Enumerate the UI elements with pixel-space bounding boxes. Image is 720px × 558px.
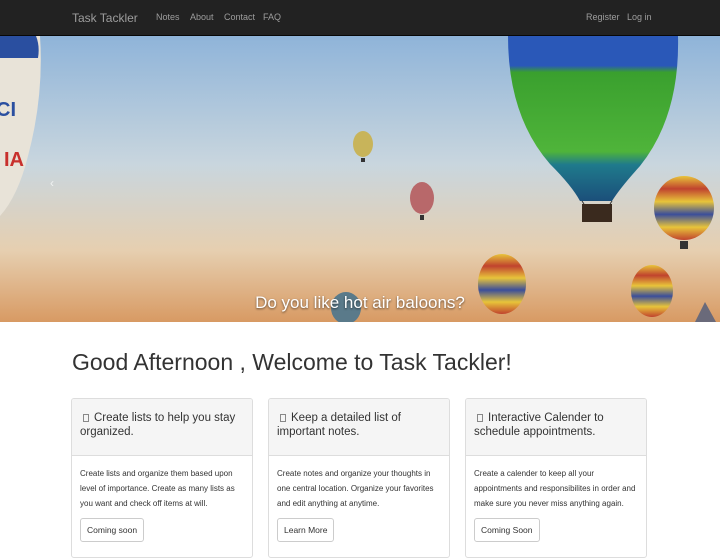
carousel-caption: Do you like hot air baloons? (255, 293, 465, 312)
panel-heading: Interactive Calender to schedule appoint… (466, 399, 646, 456)
panel-title: Interactive Calender to schedule appoint… (474, 412, 604, 438)
panel-description: Create lists and organize them based upo… (80, 469, 235, 508)
panel-description: Create a calender to keep all your appoi… (474, 469, 636, 508)
navbar: Task Tackler Notes About Contact FAQ Reg… (0, 0, 720, 36)
panel-title: Create lists to help you stay organized. (80, 412, 236, 438)
svg-text:CI: CI (0, 99, 16, 121)
calendar-icon (477, 414, 483, 422)
panel-title: Keep a detailed list of important notes. (277, 412, 401, 438)
nav-link-faq[interactable]: FAQ (263, 12, 281, 22)
nav-link-about[interactable]: About (190, 12, 214, 22)
panel-body: Create notes and organize your thoughts … (269, 456, 449, 542)
list-icon (83, 414, 89, 422)
feature-panel-notes: Keep a detailed list of important notes.… (268, 398, 450, 558)
welcome-heading: Good Afternoon , Welcome to Task Tackler… (72, 349, 512, 375)
nav-link-register[interactable]: Register (586, 12, 620, 22)
chevron-left-icon[interactable]: ‹ (50, 176, 54, 190)
svg-text:IA: IA (4, 149, 24, 171)
note-icon (280, 414, 286, 422)
brand-link[interactable]: Task Tackler (72, 11, 138, 25)
coming-soon-button[interactable]: Coming Soon (474, 518, 540, 542)
hero-carousel: CI IA ‹ Do you like hot air baloons? (0, 36, 720, 322)
hot-air-balloons-image: CI IA (0, 36, 720, 322)
nav-link-login[interactable]: Log in (627, 12, 652, 22)
coming-soon-button[interactable]: Coming soon (80, 518, 145, 542)
nav-link-contact[interactable]: Contact (224, 12, 255, 22)
learn-more-button[interactable]: Learn More (277, 518, 335, 542)
nav-link-notes[interactable]: Notes (156, 12, 180, 22)
feature-panel-lists: Create lists to help you stay organized.… (71, 398, 253, 558)
panel-heading: Keep a detailed list of important notes. (269, 399, 449, 456)
panel-body: Create a calender to keep all your appoi… (466, 456, 646, 542)
panel-heading: Create lists to help you stay organized. (72, 399, 252, 456)
panel-description: Create notes and organize your thoughts … (277, 469, 434, 508)
feature-panel-calendar: Interactive Calender to schedule appoint… (465, 398, 647, 558)
panel-body: Create lists and organize them based upo… (72, 456, 252, 542)
